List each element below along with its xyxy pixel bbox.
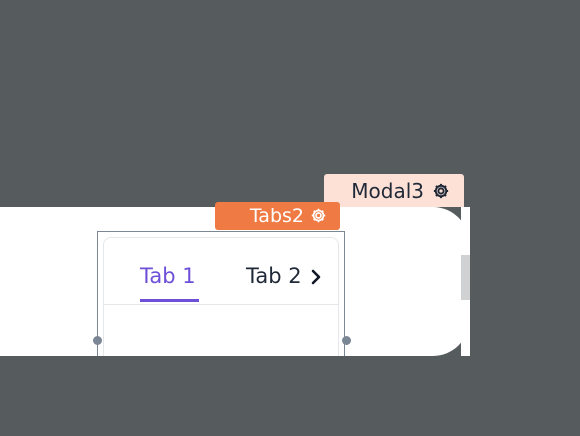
tabs-component-label[interactable]: Tabs2: [215, 202, 340, 230]
resize-handle-right[interactable]: [342, 336, 351, 345]
chevron-right-icon[interactable]: [309, 269, 323, 285]
modal-component-label[interactable]: Modal3: [324, 174, 464, 207]
tabs-label-text: Tabs2: [249, 205, 304, 227]
gear-icon[interactable]: [432, 182, 450, 200]
canvas-background: [0, 356, 580, 436]
modal-scrollbar-thumb[interactable]: [461, 255, 470, 300]
active-tab-indicator: [140, 299, 199, 302]
resize-handle-left[interactable]: [93, 336, 102, 345]
tab-strip: Tab 1 Tab 2: [104, 238, 338, 305]
tab-2[interactable]: Tab 2: [246, 264, 302, 288]
gear-icon[interactable]: [310, 207, 328, 225]
tab-1[interactable]: Tab 1: [140, 264, 196, 288]
modal-label-text: Modal3: [351, 178, 424, 203]
